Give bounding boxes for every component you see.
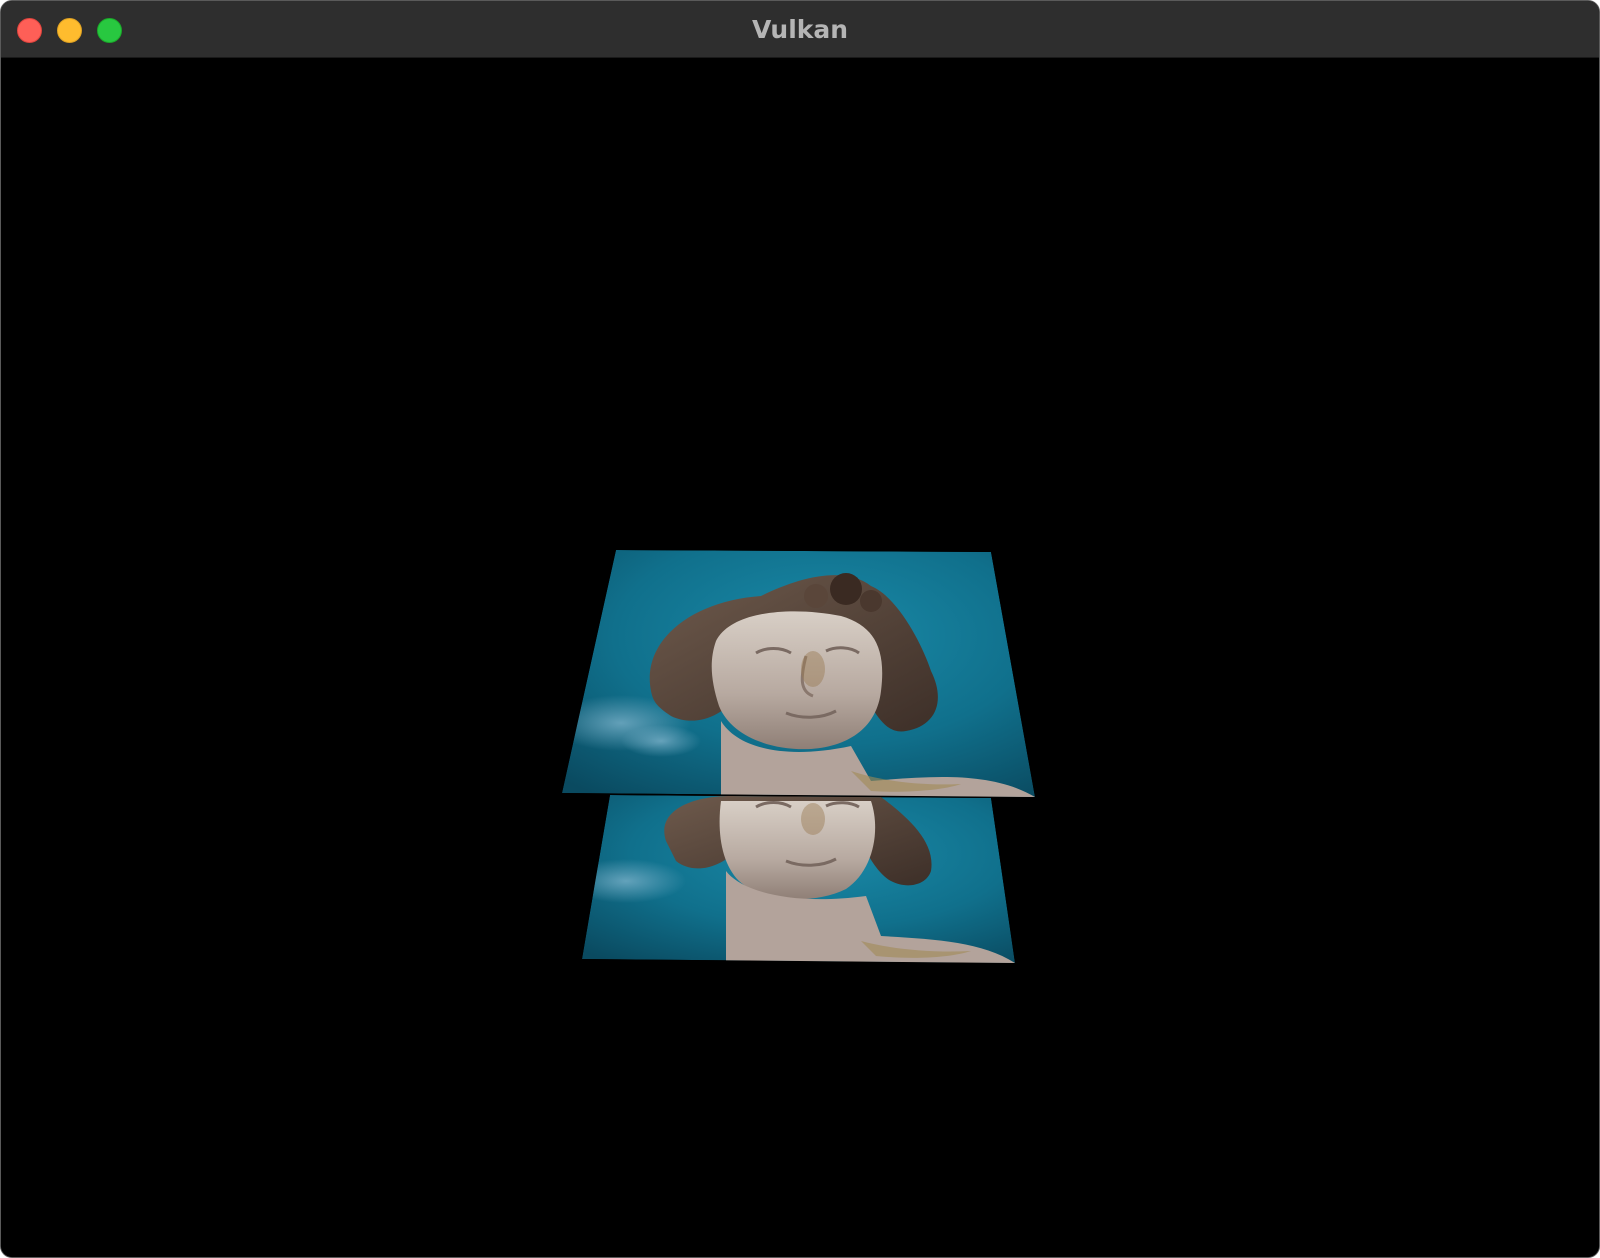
- app-window: Vulkan: [0, 0, 1600, 1258]
- upper-quad-texture: [562, 550, 1035, 797]
- lower-quad-texture: [582, 795, 1015, 963]
- window-title: Vulkan: [751, 15, 849, 44]
- render-scene: [562, 550, 1035, 963]
- title-bar[interactable]: Vulkan: [1, 1, 1599, 58]
- render-viewport[interactable]: [1, 58, 1599, 1257]
